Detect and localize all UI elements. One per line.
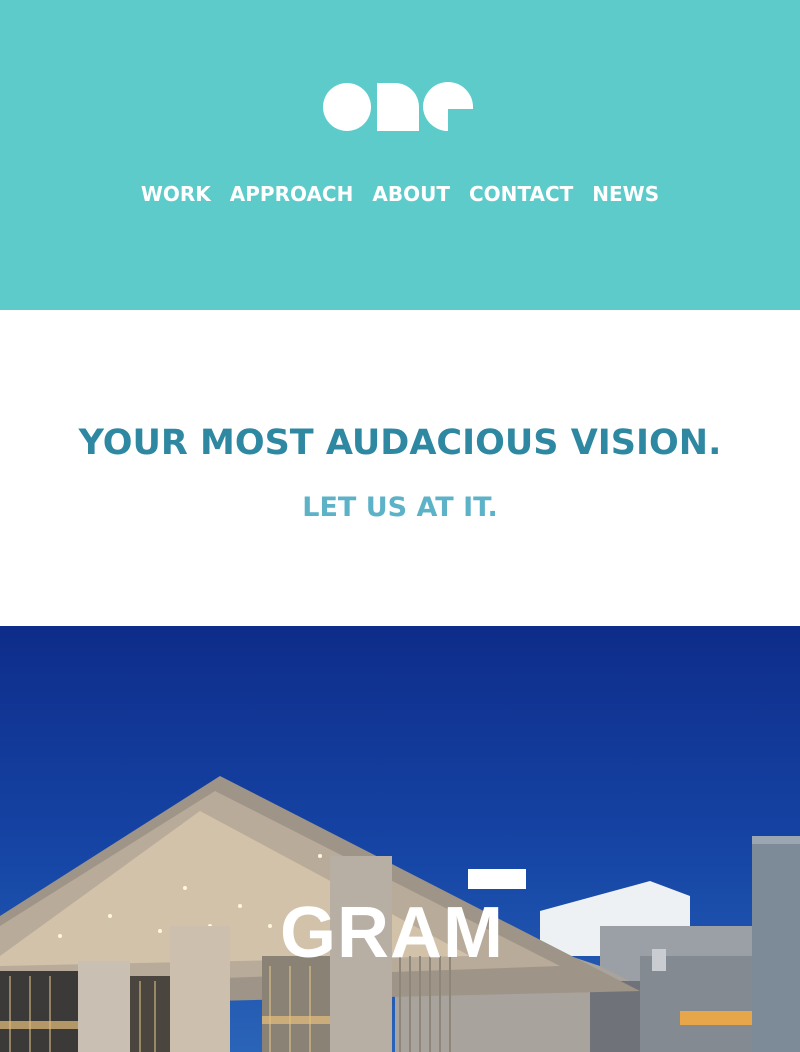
brand-bar (468, 869, 526, 889)
site-header: WORK APPROACH ABOUT CONTACT NEWS (0, 0, 800, 310)
nav-work[interactable]: WORK (141, 180, 211, 208)
one-logo[interactable] (322, 80, 478, 134)
nav-approach[interactable]: APPROACH (230, 180, 354, 208)
brand-text: GRAM (280, 893, 504, 973)
featured-project[interactable]: GRAM (0, 626, 800, 1052)
hero-section: YOUR MOST AUDACIOUS VISION. LET US AT IT… (0, 310, 800, 626)
nav-news[interactable]: NEWS (592, 180, 659, 208)
main-nav: WORK APPROACH ABOUT CONTACT NEWS (0, 180, 800, 208)
gram-brand-mark[interactable]: GRAM (280, 869, 530, 969)
hero-headline: YOUR MOST AUDACIOUS VISION. (78, 423, 722, 463)
nav-about[interactable]: ABOUT (372, 180, 450, 208)
museum-building-photo (0, 776, 800, 1052)
hero-subline: LET US AT IT. (302, 492, 498, 523)
nav-contact[interactable]: CONTACT (469, 180, 573, 208)
